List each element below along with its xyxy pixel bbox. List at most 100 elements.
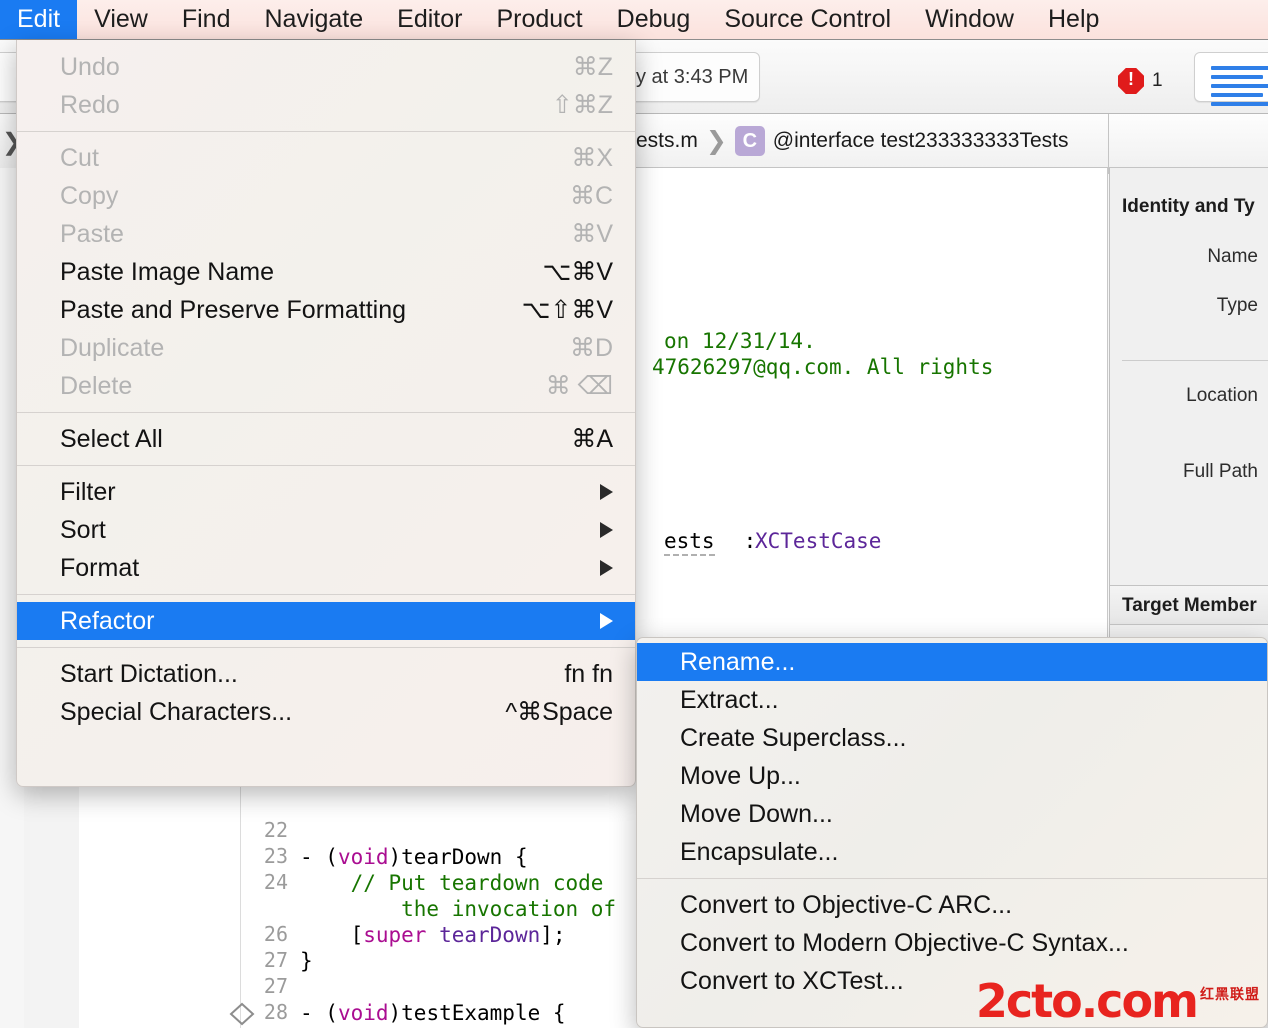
line-number: 24 bbox=[228, 870, 288, 894]
menu-item-label: Paste and Preserve Formatting bbox=[60, 296, 406, 325]
line-number: 27 bbox=[228, 974, 288, 998]
menu-window[interactable]: Window bbox=[908, 0, 1031, 39]
submenu-item-convert-to-modern-objective-c-syntax[interactable]: Convert to Modern Objective-C Syntax... bbox=[637, 924, 1267, 962]
menu-item-label: Extract... bbox=[680, 686, 779, 715]
menu-editor[interactable]: Editor bbox=[380, 0, 479, 39]
inspector-label-name: Name bbox=[1207, 246, 1258, 268]
menu-item-delete[interactable]: Delete ⌘ ⌫ bbox=[17, 367, 635, 405]
menu-navigate[interactable]: Navigate bbox=[247, 0, 380, 39]
menu-item-cut[interactable]: Cut ⌘X bbox=[17, 139, 635, 177]
submenu-item-encapsulate[interactable]: Encapsulate... bbox=[637, 833, 1267, 871]
submenu-arrow-icon bbox=[600, 522, 613, 538]
test-diamond-icon[interactable] bbox=[229, 1002, 255, 1026]
menu-item-label: Rename... bbox=[680, 648, 795, 677]
line-number: 27 bbox=[228, 948, 288, 972]
menu-item-label: Encapsulate... bbox=[680, 838, 838, 867]
menu-item-shortcut: ⌘D bbox=[570, 333, 613, 363]
error-octagon-icon bbox=[1118, 68, 1144, 94]
menu-item-label: Select All bbox=[60, 425, 163, 454]
menu-item-shortcut: ⌘ ⌫ bbox=[546, 371, 613, 401]
menu-item-redo[interactable]: Redo ⇧⌘Z bbox=[17, 86, 635, 124]
menu-item-label: Paste Image Name bbox=[60, 258, 274, 287]
menu-item-copy[interactable]: Copy ⌘C bbox=[17, 177, 635, 215]
menu-item-sort[interactable]: Sort bbox=[17, 511, 635, 549]
breadcrumb[interactable]: ests.m ❯ C @interface test233333333Tests bbox=[636, 126, 1068, 156]
menu-source-control[interactable]: Source Control bbox=[707, 0, 908, 39]
menu-item-start-dictation[interactable]: Start Dictation... fn fn bbox=[17, 655, 635, 693]
watermark-cn-text: 红黑联盟 bbox=[1200, 984, 1260, 1004]
menu-separator bbox=[17, 131, 635, 132]
target-membership-header: Target Member bbox=[1122, 595, 1257, 617]
menu-view[interactable]: View bbox=[77, 0, 165, 39]
menu-item-label: Cut bbox=[60, 144, 99, 173]
menu-edit[interactable]: Edit bbox=[0, 0, 77, 39]
menu-item-label: Create Superclass... bbox=[680, 724, 907, 753]
issue-badge[interactable]: 1 bbox=[1118, 68, 1163, 94]
inspector-label-type: Type bbox=[1217, 295, 1258, 317]
submenu-arrow-icon bbox=[600, 560, 613, 576]
menu-item-special-characters[interactable]: Special Characters... ^⌘Space bbox=[17, 693, 635, 731]
menu-item-label: Convert to XCTest... bbox=[680, 967, 904, 996]
line-number: 26 bbox=[228, 922, 288, 946]
menu-item-label: Start Dictation... bbox=[60, 660, 238, 689]
menu-item-paste[interactable]: Paste ⌘V bbox=[17, 215, 635, 253]
menu-item-label: Sort bbox=[60, 516, 106, 545]
menu-item-undo[interactable]: Undo ⌘Z bbox=[17, 48, 635, 86]
inspector-divider-line bbox=[1122, 360, 1268, 361]
submenu-item-convert-to-objective-c-arc[interactable]: Convert to Objective-C ARC... bbox=[637, 886, 1267, 924]
menu-item-duplicate[interactable]: Duplicate ⌘D bbox=[17, 329, 635, 367]
standard-editor-button[interactable] bbox=[1194, 52, 1268, 102]
menu-item-label: Duplicate bbox=[60, 334, 164, 363]
menu-find[interactable]: Find bbox=[165, 0, 248, 39]
submenu-item-move-up[interactable]: Move Up... bbox=[637, 757, 1267, 795]
submenu-item-create-superclass[interactable]: Create Superclass... bbox=[637, 719, 1267, 757]
inspector-label-full-path: Full Path bbox=[1183, 461, 1258, 483]
menu-item-label: Copy bbox=[60, 182, 118, 211]
menu-item-label: Format bbox=[60, 554, 139, 583]
menu-item-label: Undo bbox=[60, 53, 120, 82]
breadcrumb-symbol[interactable]: @interface test233333333Tests bbox=[773, 129, 1069, 153]
menu-item-refactor[interactable]: Refactor bbox=[17, 602, 635, 640]
menu-product[interactable]: Product bbox=[479, 0, 599, 39]
submenu-item-rename[interactable]: Rename... bbox=[637, 643, 1267, 681]
menu-item-paste-image-name[interactable]: Paste Image Name ⌥⌘V bbox=[17, 253, 635, 291]
menu-separator bbox=[17, 465, 635, 466]
issue-count: 1 bbox=[1152, 70, 1163, 92]
menu-item-shortcut: ⌘Z bbox=[573, 52, 613, 82]
identity-and-type-header: Identity and Ty bbox=[1110, 196, 1268, 218]
code-line: - (void)tearDown { bbox=[300, 844, 528, 870]
menu-help[interactable]: Help bbox=[1031, 0, 1116, 39]
menu-item-filter[interactable]: Filter bbox=[17, 473, 635, 511]
watermark: 2cto.com 红黑联盟 bbox=[976, 978, 1260, 1024]
menu-item-paste-and-preserve-formatting[interactable]: Paste and Preserve Formatting ⌥⇧⌘V bbox=[17, 291, 635, 329]
watermark-text: 2cto.com bbox=[976, 978, 1197, 1024]
menu-item-select-all[interactable]: Select All ⌘A bbox=[17, 420, 635, 458]
menu-item-label: Move Up... bbox=[680, 762, 801, 791]
code-line: the invocation of bbox=[300, 896, 616, 922]
inspector-divider bbox=[1108, 114, 1109, 174]
menu-item-shortcut: ⌘X bbox=[571, 143, 613, 173]
menu-item-label: Redo bbox=[60, 91, 120, 120]
menu-separator bbox=[17, 412, 635, 413]
menu-item-label: Refactor bbox=[60, 607, 154, 636]
menu-item-shortcut: ⌘V bbox=[571, 219, 613, 249]
submenu-arrow-icon bbox=[600, 484, 613, 500]
menu-bar[interactable]: Edit View Find Navigate Editor Product D… bbox=[0, 0, 1268, 40]
submenu-item-extract[interactable]: Extract... bbox=[637, 681, 1267, 719]
refactor-submenu[interactable]: Rename... Extract... Create Superclass..… bbox=[636, 637, 1268, 1028]
edit-dropdown-menu[interactable]: Undo ⌘Z Redo ⇧⌘Z Cut ⌘X Copy ⌘C Paste ⌘V… bbox=[16, 40, 636, 787]
menu-item-label: Convert to Modern Objective-C Syntax... bbox=[680, 929, 1129, 958]
standard-editor-icon bbox=[1211, 66, 1268, 111]
menu-item-format[interactable]: Format bbox=[17, 549, 635, 587]
menu-item-shortcut: fn fn bbox=[564, 660, 613, 689]
menu-item-label: Convert to Objective-C ARC... bbox=[680, 891, 1012, 920]
symbol-kind-badge: C bbox=[735, 126, 765, 156]
breadcrumb-file[interactable]: ests.m bbox=[636, 129, 698, 153]
inspector-label-location: Location bbox=[1186, 385, 1258, 407]
code-line: - (void)testExample { bbox=[300, 1000, 566, 1026]
line-number: 22 bbox=[228, 818, 288, 842]
menu-item-shortcut: ^⌘Space bbox=[505, 697, 613, 727]
line-number: 23 bbox=[228, 844, 288, 868]
menu-debug[interactable]: Debug bbox=[600, 0, 708, 39]
submenu-item-move-down[interactable]: Move Down... bbox=[637, 795, 1267, 833]
